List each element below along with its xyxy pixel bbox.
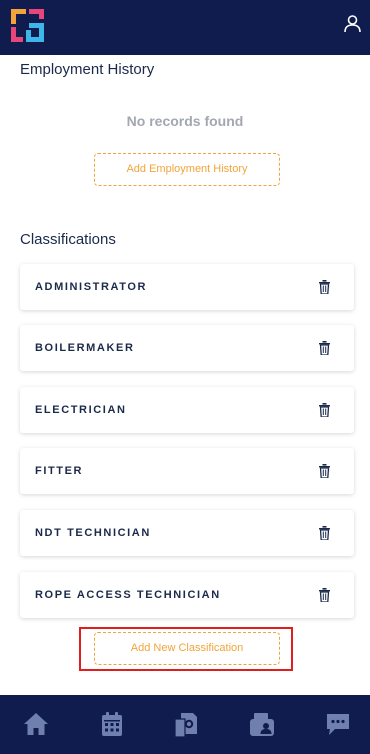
trash-icon[interactable] [319, 464, 330, 478]
app-logo-icon[interactable] [11, 9, 44, 42]
trash-icon[interactable] [319, 403, 330, 417]
classifications-title: Classifications [20, 231, 116, 248]
trash-icon[interactable] [319, 280, 330, 294]
add-new-classification-button[interactable]: Add New Classification [94, 632, 280, 665]
classification-card-boilermaker: BOILERMAKER [20, 325, 354, 371]
classification-label: BOILERMAKER [35, 342, 135, 354]
classification-label: FITTER [35, 465, 84, 477]
home-icon[interactable] [22, 710, 50, 738]
bottom-navigation-bar [0, 695, 370, 754]
classification-card-fitter: FITTER [20, 448, 354, 494]
classification-card-administrator: ADMINISTRATOR [20, 264, 354, 310]
chat-icon[interactable] [324, 710, 352, 738]
classification-card-electrician: ELECTRICIAN [20, 387, 354, 433]
no-records-text: No records found [126, 113, 244, 129]
classification-card-rope-access-technician: ROPE ACCESS TECHNICIAN [20, 572, 354, 618]
wallet-icon[interactable] [248, 710, 276, 738]
documents-icon[interactable] [172, 710, 200, 738]
classification-label: ROPE ACCESS TECHNICIAN [35, 589, 221, 601]
classification-label: ADMINISTRATOR [35, 281, 148, 293]
trash-icon[interactable] [319, 526, 330, 540]
classification-label: NDT TECHNICIAN [35, 527, 151, 539]
trash-icon[interactable] [319, 341, 330, 355]
classification-label: ELECTRICIAN [35, 404, 127, 416]
classification-card-ndt-technician: NDT TECHNICIAN [20, 510, 354, 556]
employment-history-title: Employment History [20, 61, 155, 78]
trash-icon[interactable] [319, 588, 330, 602]
top-navigation-bar [0, 0, 370, 55]
calendar-icon[interactable] [98, 710, 126, 738]
user-icon[interactable] [344, 15, 361, 33]
add-employment-history-button[interactable]: Add Employment History [94, 153, 280, 186]
